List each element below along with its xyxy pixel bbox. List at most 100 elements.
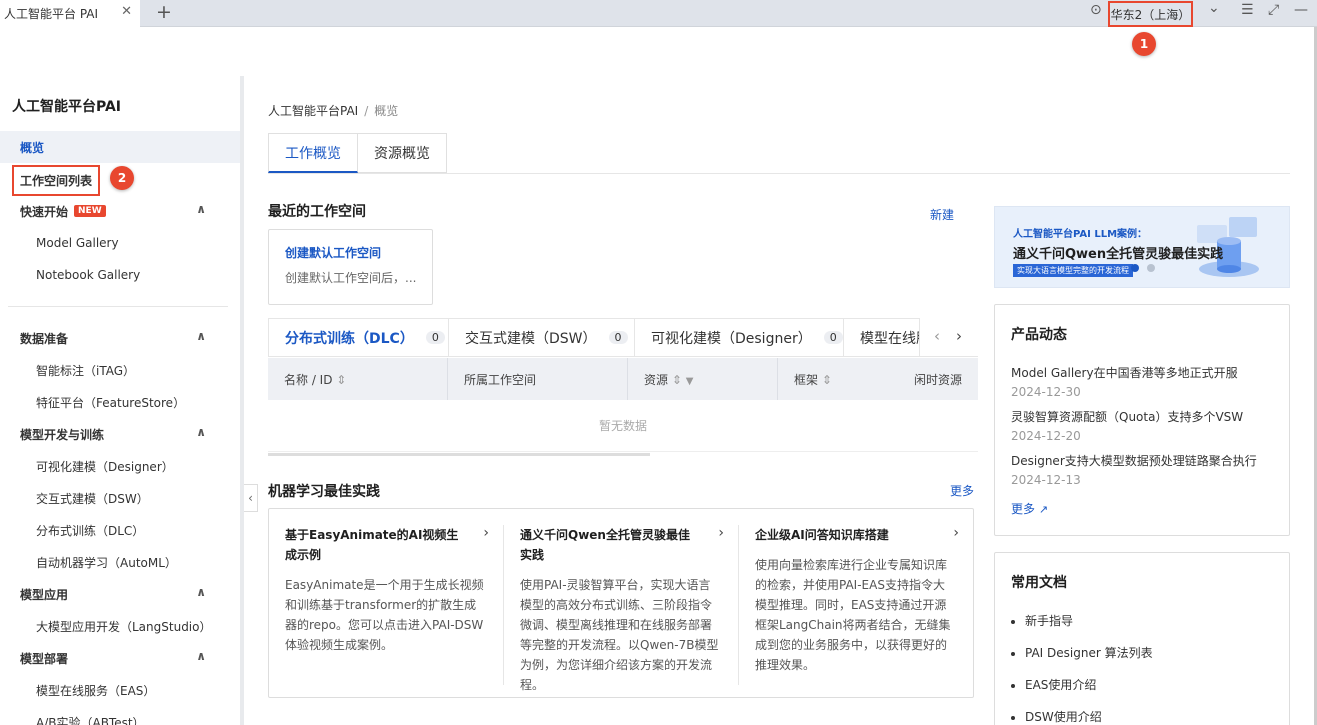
new-tab-icon[interactable]: + <box>156 1 172 23</box>
tab-work-overview[interactable]: 工作概览 <box>268 133 358 173</box>
sidebar: 人工智能平台PAI 概览 工作空间列表 2 快速开始 NEW ∧ Model G… <box>0 76 240 725</box>
chevron-up-icon: ∧ <box>196 649 206 663</box>
minimize-icon[interactable]: — <box>1294 2 1308 18</box>
promo-banner[interactable]: 人工智能平台PAI LLM案例： 通义千问Qwen全托管灵骏最佳实践 实现大语言… <box>994 206 1290 288</box>
sidebar-item-langstudio[interactable]: 大模型应用开发（LangStudio） <box>0 610 240 642</box>
table-empty-state: 暂无数据 <box>268 400 978 452</box>
chevron-right-icon: › <box>483 525 489 541</box>
banner-eyebrow: 人工智能平台PAI LLM案例： <box>1013 229 1148 240</box>
sidebar-item-label: Model Gallery <box>36 236 119 250</box>
vertical-divider <box>503 525 504 685</box>
ml-practices-panel: 基于EasyAnimate的AI视频生成示例 › EasyAnimate是一个用… <box>268 508 974 698</box>
collapse-sidebar-icon[interactable]: ‹ <box>244 484 258 512</box>
sidebar-item-label: 分布式训练（DLC） <box>36 523 145 538</box>
carousel-dot[interactable] <box>1147 264 1155 272</box>
sidebar-group-model-app[interactable]: 模型应用 ∧ <box>0 578 240 610</box>
sidebar-item-dsw[interactable]: 交互式建模（DSW） <box>0 482 240 514</box>
count-badge: 0 <box>823 331 843 344</box>
sidebar-item-label: 模型部署 <box>20 651 69 666</box>
news-item[interactable]: 灵骏智算资源配额（Quota）支持多个VSW <box>1011 408 1243 425</box>
table-header: 名称 / ID ⇕ 所属工作空间 资源 ⇕ ▼ 框架 ⇕ 闲时资源 <box>268 358 978 400</box>
column-separator <box>447 358 448 400</box>
sort-icon[interactable]: ⇕ <box>822 373 832 387</box>
card-title: 创建默认工作空间 <box>285 246 382 260</box>
tab-eas[interactable]: 模型在线服 <box>844 318 920 356</box>
sidebar-item-label: 数据准备 <box>20 331 69 346</box>
ml-more-link[interactable]: 更多 <box>950 482 974 499</box>
product-news-title: 产品动态 <box>1011 327 1067 343</box>
sidebar-item-label: 工作空间列表 <box>12 164 101 196</box>
sidebar-item-itag[interactable]: 智能标注（iTAG） <box>0 354 240 386</box>
practice-description: 使用向量检索库进行企业专属知识库的检索，并使用PAI-EAS支持指令大模型推理。… <box>755 558 951 672</box>
region-selector[interactable]: 华东2（上海） <box>1108 1 1193 27</box>
news-more-link[interactable]: 更多 ↗ <box>1011 500 1048 517</box>
doc-link[interactable]: DSW使用介绍 <box>1011 708 1102 725</box>
sidebar-item-notebook-gallery[interactable]: Notebook Gallery <box>0 259 240 291</box>
column-header-resource[interactable]: 资源 ⇕ ▼ <box>644 371 693 388</box>
sidebar-item-designer[interactable]: 可视化建模（Designer） <box>0 450 240 482</box>
practice-card-knowledge-base[interactable]: 企业级AI问答知识库搭建 › 使用向量检索库进行企业专属知识库的检索，并使用PA… <box>755 525 959 675</box>
sort-icon[interactable]: ⇕ <box>672 373 682 387</box>
browser-tab-title: 人工智能平台 PAI <box>4 7 99 21</box>
job-tab-divider <box>268 356 978 357</box>
sidebar-item-overview[interactable]: 概览 <box>0 131 240 163</box>
sidebar-item-abtest[interactable]: A/B实验（ABTest） <box>0 706 240 725</box>
count-badge: 0 <box>608 331 628 344</box>
table-horizontal-scrollbar[interactable] <box>268 453 650 456</box>
browser-tab[interactable]: 人工智能平台 PAI ✕ <box>0 0 140 27</box>
filter-icon[interactable]: ▼ <box>686 376 694 387</box>
chevron-right-icon: › <box>953 525 959 541</box>
sidebar-item-eas[interactable]: 模型在线服务（EAS） <box>0 674 240 706</box>
tab-resource-overview[interactable]: 资源概览 <box>358 133 447 173</box>
tab-designer[interactable]: 可视化建模（Designer） 0 <box>635 318 844 356</box>
sidebar-title: 人工智能平台PAI <box>12 99 122 115</box>
practice-card-easyanimate[interactable]: 基于EasyAnimate的AI视频生成示例 › EasyAnimate是一个用… <box>285 525 489 655</box>
column-label: 名称 / ID <box>284 373 333 387</box>
doc-link[interactable]: EAS使用介绍 <box>1011 676 1096 693</box>
product-news-panel: 产品动态 Model Gallery在中国香港等多地正式开服 2024-12-3… <box>994 304 1290 536</box>
column-separator <box>627 358 628 400</box>
tab-dlc[interactable]: 分布式训练（DLC） 0 <box>268 318 449 356</box>
doc-link[interactable]: PAI Designer 算法列表 <box>1011 644 1153 661</box>
chevron-up-icon: ∧ <box>196 585 206 599</box>
ml-best-practices-title: 机器学习最佳实践 <box>268 484 380 500</box>
menu-icon[interactable]: ☰ <box>1241 2 1254 18</box>
create-default-workspace-card[interactable]: 创建默认工作空间 创建默认工作空间后，... <box>268 229 433 305</box>
column-header-name[interactable]: 名称 / ID ⇕ <box>284 371 346 388</box>
practice-title: 企业级AI问答知识库搭建 <box>755 528 889 542</box>
doc-link[interactable]: 新手指导 <box>1011 612 1073 629</box>
sidebar-item-label: 快速开始 <box>20 204 69 219</box>
news-item[interactable]: Model Gallery在中国香港等多地正式开服 <box>1011 364 1238 381</box>
sidebar-separator <box>240 76 244 725</box>
sidebar-item-automl[interactable]: 自动机器学习（AutoML） <box>0 546 240 578</box>
sidebar-item-model-gallery[interactable]: Model Gallery <box>0 227 240 259</box>
sidebar-group-quickstart[interactable]: 快速开始 NEW ∧ <box>0 195 240 227</box>
news-item[interactable]: Designer支持大模型数据预处理链路聚合执行 <box>1011 452 1257 469</box>
column-header-framework[interactable]: 框架 ⇕ <box>794 371 832 388</box>
sidebar-group-model-dev[interactable]: 模型开发与训练 ∧ <box>0 418 240 450</box>
carousel-dot-active[interactable] <box>1131 264 1139 272</box>
chevron-up-icon: ∧ <box>196 425 206 439</box>
sidebar-item-featurestore[interactable]: 特征平台（FeatureStore） <box>0 386 240 418</box>
tab-scroll-right-icon[interactable]: › <box>956 327 962 345</box>
sidebar-item-label: 交互式建模（DSW） <box>36 491 149 506</box>
expand-icon[interactable]: ⤢ <box>1268 2 1279 18</box>
vertical-divider <box>738 525 739 685</box>
breadcrumb-root[interactable]: 人工智能平台PAI <box>268 104 358 118</box>
practice-description: EasyAnimate是一个用于生成长视频和训练基于transformer的扩散… <box>285 578 484 652</box>
tab-dsw[interactable]: 交互式建模（DSW） 0 <box>449 318 635 356</box>
tab-scroll-left-icon[interactable]: ‹ <box>934 327 940 345</box>
sidebar-group-model-deploy[interactable]: 模型部署 ∧ <box>0 642 240 674</box>
tab-label: 工作概览 <box>285 145 341 162</box>
sidebar-item-dlc[interactable]: 分布式训练（DLC） <box>0 514 240 546</box>
sidebar-group-data-prep[interactable]: 数据准备 ∧ <box>0 322 240 354</box>
new-workspace-link[interactable]: 新建 <box>930 206 954 223</box>
practice-title: 通义千问Qwen全托管灵骏最佳实践 <box>520 528 690 562</box>
tab-label: 资源概览 <box>374 146 430 162</box>
sort-icon[interactable]: ⇕ <box>336 373 346 387</box>
close-tab-icon[interactable]: ✕ <box>121 4 132 19</box>
column-label: 框架 <box>794 373 819 387</box>
practice-card-qwen[interactable]: 通义千问Qwen全托管灵骏最佳实践 › 使用PAI-灵骏智算平台，实现大语言模型… <box>520 525 724 695</box>
sidebar-item-label: 智能标注（iTAG） <box>36 363 136 378</box>
chevron-down-icon[interactable]: ⌄ <box>1208 0 1220 16</box>
